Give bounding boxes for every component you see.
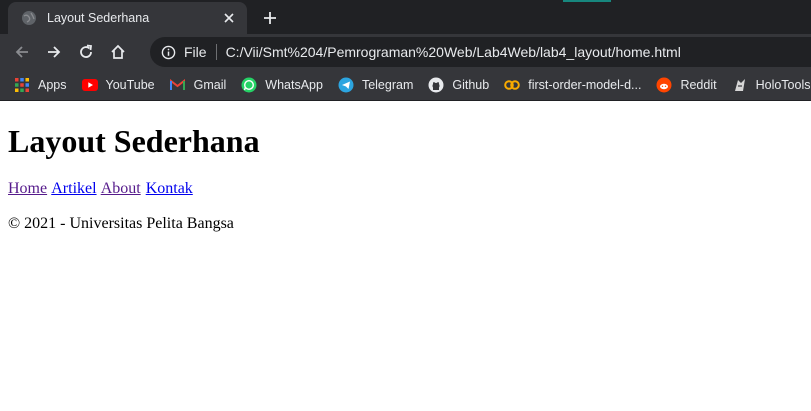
- url-text[interactable]: C:/Vii/Smt%204/Pemrograman%20Web/Lab4Web…: [226, 44, 681, 60]
- page-content: Layout Sederhana Home Artikel About Kont…: [0, 101, 811, 242]
- tab-strip: Layout Sederhana: [0, 0, 811, 34]
- home-icon: [111, 44, 125, 59]
- arrow-right-icon: [48, 46, 61, 58]
- browser-chrome: Layout Sederhana File C:/Vii/Smt%204/Pem…: [0, 0, 811, 101]
- reddit-icon: [656, 77, 672, 93]
- active-tab[interactable]: Layout Sederhana: [8, 2, 247, 34]
- arrow-left-icon: [15, 46, 28, 58]
- bookmark-whatsapp[interactable]: WhatsApp: [241, 77, 323, 93]
- tab-strip-accent: [563, 0, 611, 2]
- holotools-icon: [732, 77, 748, 93]
- tab-title: Layout Sederhana: [47, 11, 150, 25]
- whatsapp-icon: [241, 77, 257, 93]
- bookmark-label: Github: [452, 78, 490, 92]
- bookmark-label: Telegram: [361, 78, 414, 92]
- address-bar[interactable]: File C:/Vii/Smt%204/Pemrograman%20Web/La…: [150, 37, 811, 67]
- bookmark-label: WhatsApp: [265, 78, 323, 92]
- info-icon[interactable]: [160, 44, 176, 60]
- toolbar: File C:/Vii/Smt%204/Pemrograman%20Web/La…: [0, 34, 811, 70]
- bookmark-label: YouTube: [105, 78, 155, 92]
- page-title: Layout Sederhana: [8, 123, 260, 159]
- nav-link-home[interactable]: Home: [8, 180, 47, 197]
- bookmark-holotools[interactable]: HoloTools: [732, 77, 811, 93]
- bookmark-apps[interactable]: Apps: [14, 77, 67, 93]
- reload-button[interactable]: [72, 38, 100, 66]
- bookmark-gmail[interactable]: Gmail: [170, 77, 227, 93]
- bookmark-reddit[interactable]: Reddit: [656, 77, 717, 93]
- colab-icon: [504, 77, 521, 93]
- bookmark-youtube[interactable]: YouTube: [81, 77, 155, 93]
- apps-grid-icon: [14, 77, 30, 93]
- forward-button[interactable]: [40, 38, 68, 66]
- bookmark-label: Reddit: [680, 78, 717, 92]
- gmail-icon: [170, 77, 186, 93]
- bookmark-label: Gmail: [193, 78, 227, 92]
- bookmark-label: first-order-model-d...: [528, 78, 642, 92]
- bookmark-colab[interactable]: first-order-model-d...: [504, 77, 641, 93]
- nav-link-about[interactable]: About: [101, 180, 141, 197]
- bookmark-telegram[interactable]: Telegram: [338, 77, 413, 93]
- page-footer: © 2021 - Universitas Pelita Bangsa: [8, 215, 234, 232]
- youtube-icon: [81, 77, 98, 93]
- bookmark-github[interactable]: Github: [428, 77, 489, 93]
- new-tab-button[interactable]: [258, 6, 282, 30]
- bookmarks-bar: Apps YouTube Gmail WhatsApp Telegram Git…: [0, 70, 811, 101]
- reload-icon: [80, 44, 93, 58]
- file-scheme-label: File: [184, 44, 207, 60]
- github-icon: [428, 77, 444, 93]
- plus-icon: [264, 12, 276, 24]
- home-button[interactable]: [104, 38, 132, 66]
- globe-icon: [21, 10, 37, 26]
- back-button[interactable]: [8, 38, 36, 66]
- bookmark-label: HoloTools: [755, 78, 811, 92]
- telegram-icon: [338, 77, 354, 93]
- close-icon[interactable]: [219, 8, 239, 28]
- main-nav: Home Artikel About Kontak: [8, 179, 803, 199]
- nav-link-artikel[interactable]: Artikel: [51, 180, 96, 197]
- bookmark-label: Apps: [38, 78, 67, 92]
- omnibox-divider: [215, 44, 217, 60]
- nav-link-kontak[interactable]: Kontak: [146, 180, 193, 197]
